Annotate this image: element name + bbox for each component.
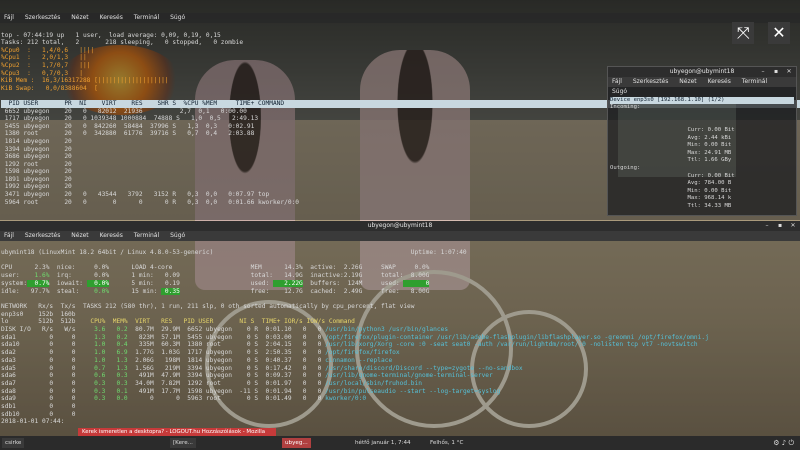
glances-output: ubymint18 (LinuxMint 18.2 64bit / Linux …: [1, 249, 800, 426]
weather-applet[interactable]: Felhős, 1 °C: [430, 436, 463, 450]
table-row: sda10 0 0 1.0 0.4 335M 60.3M 1380 root 0…: [1, 341, 698, 349]
maximize-icon[interactable]: ▪: [771, 67, 781, 77]
stat-line: Avg: 784.00 B: [610, 180, 732, 187]
menu-search[interactable]: Keresés: [100, 232, 123, 239]
menu-terminal[interactable]: Terminál: [134, 14, 159, 21]
menu-help[interactable]: Súgó: [170, 14, 185, 21]
table-row: sda1 0 0 1.3 0.2 823M 57.1M 5455 ubyegon…: [1, 333, 709, 341]
table-row: sda7 0 0 0.3 0.3 34.0M 7.82M 1292 root 0…: [1, 379, 422, 387]
menu-edit[interactable]: Szerkesztés: [25, 232, 61, 239]
top-tasks-line: Tasks: 212 total, 2 218 sleeping, 0 stop…: [1, 39, 244, 47]
outgoing-label: Outgoing:: [610, 164, 641, 171]
close-icon[interactable]: ✕: [788, 221, 798, 231]
device-line: Device enp3s0 [192.168.1.10] (1/2): [610, 96, 794, 105]
taskbar-item-firefox[interactable]: [Kere...: [170, 438, 196, 448]
menu-view[interactable]: Nézet: [71, 14, 88, 21]
top-terminal-menubar: Fájl Szerkesztés Nézet Keresés Terminál …: [0, 13, 800, 23]
start-menu-button[interactable]: csirke: [2, 438, 25, 448]
glances-menubar: Fájl Szerkesztés Nézet Keresés Terminál …: [0, 231, 800, 241]
close-icon[interactable]: ✕: [784, 67, 794, 77]
glances-header: ubymint18 (LinuxMint 18.2 64bit / Linux …: [1, 249, 467, 256]
cpu0-bar: %Cpu0 : 1,4/0,6 ||||: [1, 46, 95, 54]
table-row: sda3 0 0 1.0 1.3 2.06G 198M 1814 ubyegon…: [1, 356, 393, 364]
stat-line: Curr: 0.00 Bit: [610, 126, 735, 133]
stat-line: Max: 24.91 MB: [610, 149, 732, 156]
menu-file[interactable]: Fájl: [612, 78, 622, 85]
system-tray-icons[interactable]: ⚙ ♪ ⏻: [773, 436, 794, 450]
stat-line: Max: 968.14 k: [610, 195, 732, 202]
taskbar: csirke [Kere... ubyeg... hétfő január 1,…: [0, 436, 800, 450]
summary-line: idle: 97.7% steal: 0.0% 15 min: 0.35 fre…: [1, 287, 430, 295]
nload-output: Device enp3s0 [192.168.1.10] (1/2) Incomi…: [610, 89, 794, 213]
summary-line: CPU 2.3% nice: 0.0% LOAD 4-core MEM 14.3…: [1, 264, 430, 272]
table-row: sda5 0 0 0.7 1.3 1.56G 219M 3394 ubyegon…: [1, 364, 523, 372]
menu-edit[interactable]: Szerkesztés: [25, 14, 61, 21]
menu-search[interactable]: Keresés: [708, 78, 731, 85]
menu-file[interactable]: Fájl: [4, 14, 14, 21]
stat-line: Ttl: 1.66 GBy: [610, 157, 732, 164]
table-row: sda2 0 0 1.0 6.9 1.77G 1.03G 1717 ubyego…: [1, 349, 400, 357]
summary-line: user: 1.6% irq: 0.0% 1 min: 0.09 total: …: [1, 272, 430, 280]
nload-terminal-window[interactable]: ubyegon@ubymint18 – ▪ ✕ Fájl Szerkesztés…: [607, 66, 797, 216]
table-row: sda6 0 0 0.6 0.3 491M 47.9M 3394 ubyegon…: [1, 372, 493, 380]
menu-search[interactable]: Keresés: [100, 14, 123, 21]
glances-terminal-window[interactable]: ubyegon@ubymint18 – ▪ ✕ Fájl Szerkesztés…: [0, 221, 800, 436]
maximize-icon[interactable]: ▪: [775, 221, 785, 231]
network-header: NETWORK Rx/s Tx/s TASKS 212 (580 thr), 1…: [1, 302, 415, 310]
table-row: sdb10 0 0: [1, 410, 91, 418]
minimize-icon[interactable]: –: [762, 221, 772, 231]
menu-file[interactable]: Fájl: [4, 232, 14, 239]
stat-line: Ttl: 34.33 MB: [610, 202, 732, 209]
window-title: ubyegon@ubymint18: [0, 221, 800, 231]
menu-view[interactable]: Nézet: [71, 232, 88, 239]
nload-menubar: Fájl Szerkesztés Nézet Keresés Terminál …: [608, 77, 796, 95]
network-row: lo 512b 512b CPU% MEM% VIRT RES PID USER…: [1, 318, 355, 326]
menu-terminal[interactable]: Terminál: [742, 78, 767, 85]
top-summary-line: top - 07:44:19 up 1 user, load average: …: [1, 31, 221, 39]
clock[interactable]: hétfő január 1, 7:44: [355, 436, 411, 450]
stat-line: Min: 0.00 Bit: [610, 142, 732, 149]
stat-line: Curr: 0.00 Bit: [610, 172, 735, 179]
cpu1-bar: %Cpu1 : 2,0/1,3 ||: [1, 54, 87, 62]
menu-view[interactable]: Nézet: [679, 78, 696, 85]
minimize-icon[interactable]: –: [758, 67, 768, 77]
menu-terminal[interactable]: Terminál: [134, 232, 159, 239]
table-row: DISK I/O R/s W/s 3.6 0.2 80.7M 29.9M 665…: [1, 326, 449, 334]
table-row: sda9 0 0 0.3 0.0 0 0 5963 root 0 S 0:01.…: [1, 395, 367, 403]
menu-help[interactable]: Súgó: [170, 232, 185, 239]
menu-edit[interactable]: Szerkesztés: [633, 78, 669, 85]
summary-line: system: 0.7% iowait: 0.0% 5 min: 0.19 us…: [1, 279, 430, 287]
taskbar-item-terminal[interactable]: ubyeg...: [282, 438, 311, 448]
timestamp: 2018-01-01 07:44:: [1, 418, 65, 426]
incoming-label: Incoming:: [610, 104, 641, 111]
table-row: sda8 0 0 0.3 0.1 491M 17.7M 1598 ubyegon…: [1, 387, 501, 395]
stat-line: Min: 0.00 Bit: [610, 187, 732, 194]
stat-line: Avg: 2.44 kBi: [610, 134, 732, 141]
table-row: sdb1 0 0: [1, 403, 91, 411]
network-row: enp3s0 152b 160b: [1, 310, 76, 318]
